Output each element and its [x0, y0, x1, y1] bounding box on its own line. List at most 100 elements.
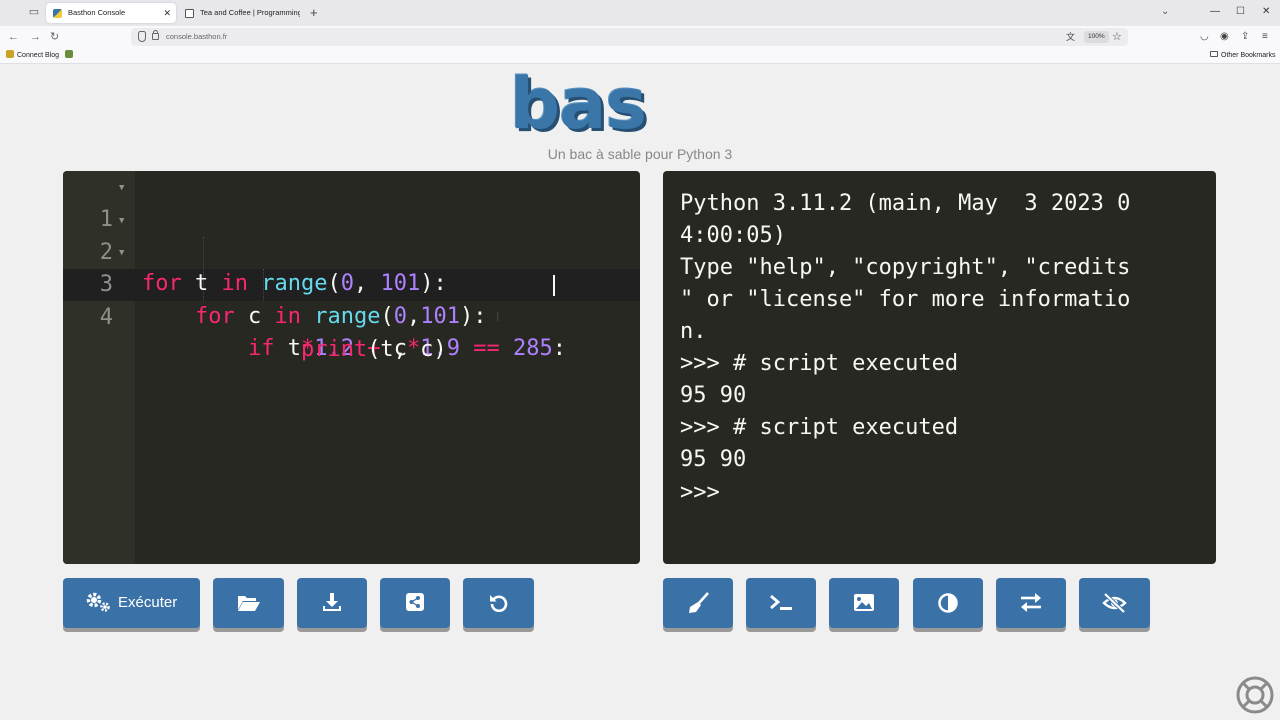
open-file-button[interactable]	[213, 578, 284, 628]
basthon-logo: basthon	[508, 64, 774, 140]
basthon-corner-logo-icon	[1236, 676, 1274, 714]
tab-title: Tea and Coffee | Programming	[200, 8, 300, 17]
undo-icon	[490, 595, 508, 612]
code-token-fn: range	[314, 304, 381, 329]
chevron-down-icon[interactable]: ⌄	[1161, 6, 1169, 17]
share-icon	[406, 593, 424, 611]
contrast-icon	[938, 593, 958, 613]
console-line: " or "license" for more informatio	[680, 287, 1131, 312]
code-editor[interactable]: 1 ▼ for t in range(0, 101): 2 ▼ for c in…	[63, 171, 640, 564]
account-icon[interactable]: ◉	[1220, 29, 1229, 45]
tab-tea-and-coffee[interactable]: Tea and Coffee | Programming	[178, 3, 300, 23]
lock-icon[interactable]	[152, 30, 159, 40]
extensions-icon[interactable]: ⇪	[1241, 29, 1249, 45]
terminal-icon	[770, 594, 792, 610]
url-text[interactable]: console.basthon.fr	[166, 28, 227, 46]
mouse-ibeam-icon: I	[496, 310, 500, 324]
reset-button[interactable]	[463, 578, 534, 628]
close-tab-icon[interactable]: ✕	[163, 3, 171, 23]
translate-icon[interactable]: ⽂	[1066, 30, 1075, 44]
console-line: 95 90	[680, 447, 747, 472]
text-cursor	[553, 275, 555, 296]
window-close-icon[interactable]: ✕	[1262, 4, 1270, 20]
eye-slash-icon	[1102, 593, 1127, 613]
code-token: ):	[459, 304, 487, 329]
terminal-button[interactable]	[746, 578, 816, 628]
code-line[interactable]: 3 ▼ if t*1.2 + c*1.9 == 285:	[63, 237, 640, 361]
tab-list-icon[interactable]: ▭	[27, 6, 41, 19]
broom-icon	[689, 592, 709, 613]
other-bookmarks-label: Other Bookmarks	[1221, 52, 1276, 59]
image-icon	[854, 594, 874, 611]
code-token-op: ==	[473, 336, 500, 361]
code-token: c	[234, 304, 275, 329]
minimize-icon[interactable]: —	[1210, 4, 1220, 20]
folder-open-icon	[238, 596, 260, 611]
logo-text-bas: bas	[510, 64, 647, 140]
tab-bar: ▭ Basthon Console ✕ Tea and Coffee | Pro…	[0, 0, 1280, 26]
back-icon[interactable]: ←	[8, 29, 19, 45]
code-token: (	[380, 304, 394, 329]
download-icon	[323, 593, 341, 611]
shield-icon[interactable]	[138, 31, 146, 42]
console-line: 95 90	[680, 383, 747, 408]
fold-arrow-icon[interactable]: ▼	[119, 205, 124, 237]
console-line: >>> # script executed	[680, 351, 959, 376]
page-favicon-icon	[185, 9, 194, 18]
folder-icon	[1210, 51, 1218, 57]
console-line: >>> # script executed	[680, 415, 959, 440]
fold-arrow-icon[interactable]: ▼	[119, 237, 124, 269]
menu-icon[interactable]: ≡	[1262, 29, 1268, 45]
other-bookmarks[interactable]: Other Bookmarks	[1210, 48, 1275, 64]
code-line[interactable]: 2 ▼ for c in range(0,101):	[63, 205, 640, 329]
new-tab-icon[interactable]: +	[310, 4, 318, 22]
bookmark-extra-icon[interactable]	[65, 48, 76, 64]
tab-basthon-console[interactable]: Basthon Console ✕	[46, 3, 176, 23]
code-token-num: 101	[420, 304, 460, 329]
swap-layout-button[interactable]	[996, 578, 1066, 628]
zoom-level[interactable]: 100%	[1084, 31, 1109, 43]
console-line: Type "help", "copyright", "credits	[680, 255, 1131, 280]
maximize-icon[interactable]: ☐	[1236, 4, 1245, 20]
run-button[interactable]: Exécuter	[63, 578, 200, 628]
code-text[interactable]: print(t, c)	[142, 334, 447, 366]
navigation-bar: ← → ↻ console.basthon.fr ⽂ 100% ☆ ◡ ◉ ⇪ …	[0, 26, 1280, 48]
share-button[interactable]	[380, 578, 450, 628]
code-text[interactable]: for c in range(0,101):	[142, 301, 486, 333]
pocket-icon[interactable]: ◡	[1200, 29, 1209, 45]
console-prompt[interactable]: >>>	[680, 477, 720, 509]
url-bar[interactable]: console.basthon.fr ⽂ 100% ☆	[131, 28, 1128, 46]
code-token-kw: for	[194, 304, 235, 329]
code-token: :	[552, 336, 566, 361]
theme-toggle-button[interactable]	[913, 578, 983, 628]
hide-editor-button[interactable]	[1079, 578, 1150, 628]
fold-arrow-icon[interactable]: ▼	[119, 172, 124, 204]
bookmarks-bar: Connect Blog Other Bookmarks	[0, 48, 1280, 64]
code-token: (t, c)	[367, 337, 447, 362]
tab-title: Basthon Console	[68, 8, 126, 17]
code-token-num: 285	[512, 336, 553, 361]
python-console[interactable]: Python 3.11.2 (main, May 3 2023 0 4:00:0…	[663, 171, 1216, 564]
reload-icon[interactable]: ↻	[50, 29, 59, 45]
bookmark-star-icon[interactable]: ☆	[1112, 29, 1122, 45]
code-token: ,	[406, 304, 421, 329]
clear-console-button[interactable]	[663, 578, 733, 628]
code-token-kw: in	[274, 304, 301, 329]
download-button[interactable]	[297, 578, 367, 628]
console-line: Python 3.11.2 (main, May 3 2023 0	[680, 191, 1131, 216]
code-token-kw: print	[300, 337, 368, 362]
graphics-button[interactable]	[829, 578, 899, 628]
bookmark-connect-blog[interactable]: Connect Blog	[6, 48, 59, 64]
gears-icon	[86, 592, 110, 612]
code-token-num: 0	[393, 304, 407, 329]
code-line[interactable]: 1 ▼ for t in range(0, 101):	[63, 172, 640, 296]
forward-icon[interactable]: →	[30, 29, 41, 45]
bookmark-favicon-icon	[65, 50, 73, 58]
bookmark-favicon-icon	[6, 50, 14, 58]
console-line: n.	[680, 319, 707, 344]
